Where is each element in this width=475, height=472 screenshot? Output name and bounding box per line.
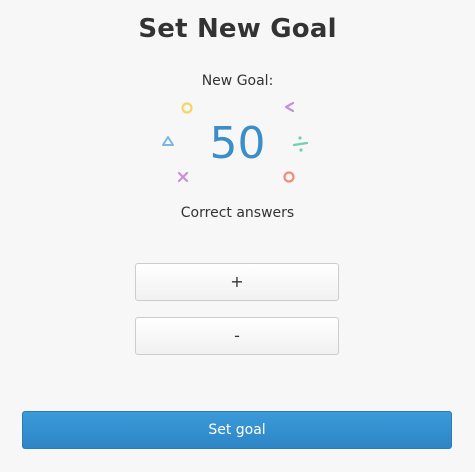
decorative-math-symbols <box>162 101 309 183</box>
decrement-button[interactable]: - <box>135 317 339 355</box>
goal-value: 50 <box>209 118 266 169</box>
multiply-icon <box>177 171 189 183</box>
page-title: Set New Goal <box>138 14 337 44</box>
set-goal-button[interactable]: Set goal <box>22 411 452 449</box>
increment-button[interactable]: + <box>135 263 339 301</box>
goal-unit-label: Correct answers <box>180 205 295 221</box>
new-goal-label: New Goal: <box>201 73 274 89</box>
circle-icon <box>283 171 295 183</box>
less-than-icon <box>284 101 295 113</box>
circle-icon <box>181 102 193 114</box>
